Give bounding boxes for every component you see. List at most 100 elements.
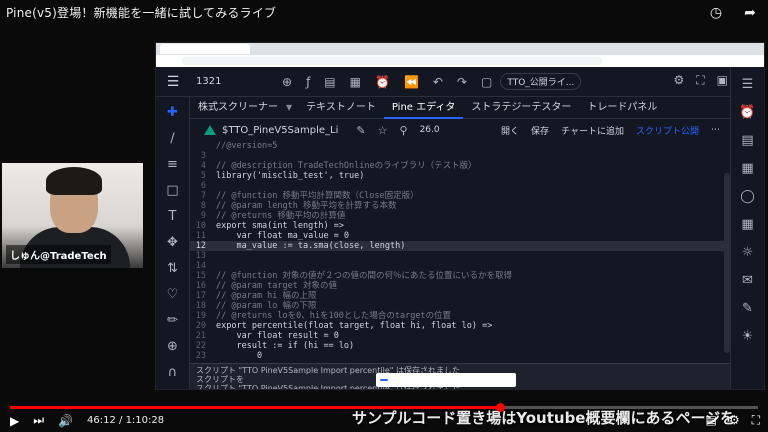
crosshair-icon[interactable]: ✚ bbox=[167, 105, 178, 120]
settings-icon[interactable]: ⚙ bbox=[729, 413, 740, 428]
progress-bar[interactable] bbox=[10, 403, 758, 412]
fullscreen-toggle-icon[interactable]: ⛶ bbox=[752, 413, 760, 428]
replay-icon[interactable]: ⏪ bbox=[404, 75, 419, 89]
line-number: 10 bbox=[195, 221, 206, 231]
next-icon[interactable]: ⏭ bbox=[33, 413, 44, 428]
chart-bars-icon[interactable]: ▤ bbox=[324, 75, 335, 89]
code-line[interactable]: 11 var float ma_value = 0 bbox=[190, 231, 724, 241]
tab-text-notes[interactable]: テキストノート bbox=[298, 97, 384, 119]
code-line[interactable]: 15 // @function 対象の値が２つの値の間の何％にあたる位置にいるかを… bbox=[190, 271, 724, 281]
play-icon[interactable]: ▶ bbox=[10, 414, 19, 428]
code-line[interactable]: 5 library('misclib_test', true) bbox=[190, 171, 724, 181]
progress-fill bbox=[10, 406, 500, 409]
code-line[interactable]: 10 export sma(int length) => bbox=[190, 221, 724, 231]
layout-square-icon[interactable]: ▢ bbox=[481, 75, 492, 89]
news-icon[interactable]: ▦ bbox=[741, 161, 753, 176]
add-to-chart-button[interactable]: チャートに追加 bbox=[561, 124, 624, 137]
add-symbol-icon[interactable]: ⊕ bbox=[282, 75, 292, 89]
popup-action-button[interactable] bbox=[380, 379, 388, 381]
alerts-clock-icon[interactable]: ⏰ bbox=[739, 105, 755, 120]
redo-icon[interactable]: ↷ bbox=[457, 75, 467, 89]
symbol-search[interactable]: 1321 bbox=[196, 76, 282, 87]
tab-strategy-tester[interactable]: ストラテジーテスター bbox=[463, 97, 579, 119]
code-line[interactable]: //@version=5 bbox=[190, 141, 724, 151]
code-line[interactable]: 20 export percentile(float target, float … bbox=[190, 321, 724, 331]
code-line[interactable]: 3 bbox=[190, 151, 724, 161]
code-line[interactable]: 6 bbox=[190, 181, 724, 191]
hotlist-icon[interactable]: ◯ bbox=[740, 189, 755, 204]
code-line[interactable]: 18 // @param lo 幅の下限 bbox=[190, 301, 724, 311]
prediction-icon[interactable]: ⇅ bbox=[167, 261, 178, 276]
video-player[interactable]: Pine(v5)登場！新機能を一緒に試してみるライブ ◷ ➦ しゅん@Trade… bbox=[0, 0, 768, 432]
progress-scrubber[interactable] bbox=[495, 403, 505, 412]
brush-icon[interactable]: □ bbox=[166, 183, 178, 198]
more-menu-icon[interactable]: ⋯ bbox=[711, 125, 720, 135]
data-window-icon[interactable]: ▤ bbox=[741, 133, 753, 148]
clock-icon[interactable]: ◷ bbox=[708, 5, 724, 21]
tab-trading-panel[interactable]: トレードパネル bbox=[579, 97, 665, 119]
code-line[interactable]: 12 ma_value := ta.sma(close, length) bbox=[190, 241, 724, 251]
streams-icon[interactable]: ✎ bbox=[742, 301, 753, 316]
edit-pencil-icon[interactable]: ✎ bbox=[356, 124, 365, 137]
calendar-icon[interactable]: ▦ bbox=[741, 217, 753, 232]
template-icon[interactable]: ▦ bbox=[350, 75, 361, 89]
code-line[interactable]: 19 // @returns loを0、hiを100とした場合のtargetの位置 bbox=[190, 311, 724, 321]
code-text: export sma(int length) => bbox=[216, 221, 344, 231]
top-actions: ◷ ➦ bbox=[708, 5, 758, 21]
undo-icon[interactable]: ↶ bbox=[433, 75, 443, 89]
layout-name-button[interactable]: TTO_公開ライ... bbox=[500, 73, 582, 90]
share-icon[interactable]: ➦ bbox=[742, 5, 758, 21]
tab-pine-editor[interactable]: Pine エディタ bbox=[383, 97, 464, 119]
fullscreen-icon[interactable]: ⛶ bbox=[696, 73, 704, 91]
magnet-icon[interactable]: ∩ bbox=[168, 365, 178, 380]
line-number: 6 bbox=[200, 181, 206, 191]
volume-icon[interactable]: 🔊 bbox=[58, 414, 73, 428]
code-line[interactable]: 7 // @function 移動平均計算関数（Close固定版） bbox=[190, 191, 724, 201]
indicator-fx-icon[interactable]: ƒ bbox=[306, 75, 310, 89]
star-icon[interactable]: ☆ bbox=[378, 124, 388, 137]
url-field[interactable] bbox=[182, 57, 602, 65]
tab-stock-screener[interactable]: 株式スクリーナー bbox=[190, 97, 286, 119]
code-line[interactable]: 14 bbox=[190, 261, 724, 271]
camera-icon[interactable]: ▣ bbox=[717, 73, 728, 91]
line-number: 23 bbox=[195, 351, 206, 361]
save-button[interactable]: 保存 bbox=[531, 124, 549, 137]
code-line[interactable]: 4 // @description TradeTechOnlineのライブラリ（テ… bbox=[190, 161, 724, 171]
captions-icon[interactable]: ▤ bbox=[705, 413, 716, 428]
code-line[interactable]: 21 var float result = 0 bbox=[190, 331, 724, 341]
browser-tab[interactable] bbox=[160, 44, 250, 54]
ideas-icon[interactable]: ☼ bbox=[742, 245, 754, 260]
code-text: var float result = 0 bbox=[216, 331, 339, 341]
trendline-icon[interactable]: ∕ bbox=[170, 131, 174, 146]
alert-clock-icon[interactable]: ⏰ bbox=[375, 75, 390, 89]
menu-icon[interactable]: ☰ bbox=[156, 74, 190, 90]
script-name[interactable]: $TTO_PineV5Sample_Li bbox=[222, 125, 338, 136]
watchlist-icon[interactable]: ☰ bbox=[742, 77, 754, 92]
code-editor[interactable]: //@version=5 3 4 // @description TradeTechO… bbox=[190, 141, 724, 363]
line-number: 22 bbox=[195, 341, 206, 351]
version-select[interactable]: 26.0 bbox=[420, 125, 440, 135]
open-button[interactable]: 開く bbox=[501, 124, 519, 137]
notifications-icon[interactable]: ☀ bbox=[742, 329, 754, 344]
editor-scrollbar[interactable] bbox=[724, 173, 730, 353]
tv-tools: ⊕ ƒ ▤ ▦ ⏰ ⏪ ↶ ↷ ▢ bbox=[282, 75, 492, 89]
search-icon[interactable]: ⚲ bbox=[400, 124, 408, 137]
code-line[interactable]: 9 // @returns 移動平均の計算値 bbox=[190, 211, 724, 221]
code-line[interactable]: 23 0 bbox=[190, 351, 724, 361]
pattern-icon[interactable]: ✥ bbox=[167, 235, 178, 250]
zoom-in-icon[interactable]: ⊕ bbox=[167, 339, 178, 354]
settings-gear-icon[interactable]: ⚙ bbox=[673, 73, 684, 91]
code-line[interactable]: 8 // @param length 移動平均を計算する本数 bbox=[190, 201, 724, 211]
fib-icon[interactable]: ≡ bbox=[167, 157, 178, 172]
chats-icon[interactable]: ✉ bbox=[742, 273, 753, 288]
browser-tabbar bbox=[156, 43, 764, 55]
code-line[interactable]: 13 bbox=[190, 251, 724, 261]
code-line[interactable]: 22 result := if (hi == lo) bbox=[190, 341, 724, 351]
text-icon[interactable]: T bbox=[169, 209, 177, 224]
publish-script-button[interactable]: スクリプト公開 bbox=[636, 124, 699, 137]
code-line[interactable]: 17 // @param hi 幅の上限 bbox=[190, 291, 724, 301]
ruler-icon[interactable]: ✏ bbox=[167, 313, 178, 328]
code-line[interactable]: 16 // @param target 対象の値 bbox=[190, 281, 724, 291]
icon-tool-icon[interactable]: ♡ bbox=[167, 287, 179, 302]
chevron-down-icon[interactable]: ▼ bbox=[286, 103, 292, 112]
